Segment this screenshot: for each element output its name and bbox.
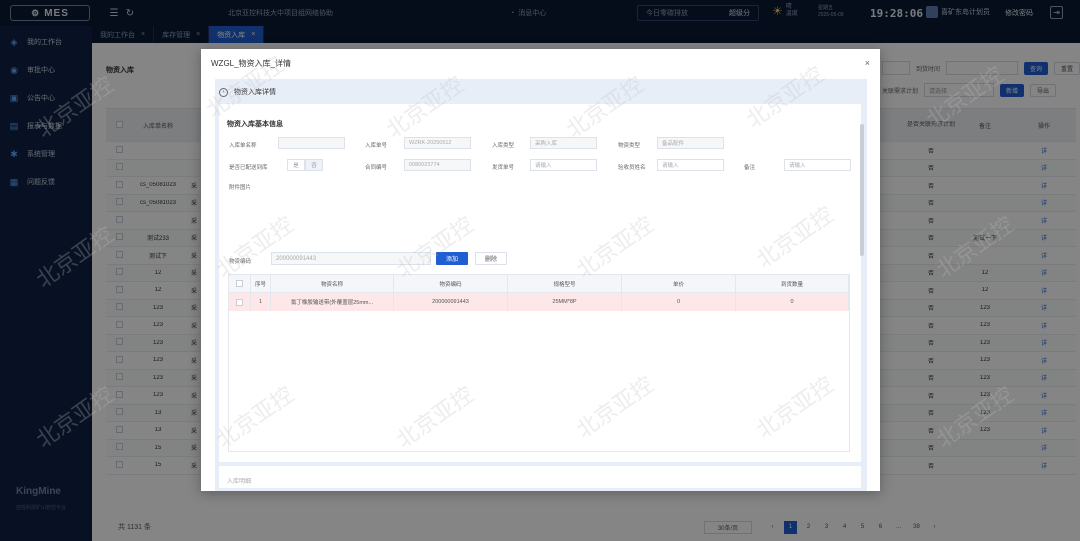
attach-label: 附件图片: [229, 185, 252, 191]
remark-label: 备注: [744, 165, 756, 171]
inbound-detail-panel: 入库明细: [219, 466, 861, 488]
vertical-scrollbar[interactable]: [860, 124, 864, 256]
no-label: 入库单号: [365, 143, 388, 149]
relate-label: 是否已配送到库: [229, 165, 268, 171]
receipt-label: 发货单号: [492, 165, 515, 171]
items-table-header: 序号 物资名称 物资编码 规格型号 单价 到货数量: [229, 275, 849, 293]
no-field[interactable]: WZRK-20250512: [404, 137, 471, 149]
remark-field[interactable]: 请输入: [784, 159, 851, 171]
inbound-detail-modal: WZGL_物资入库_详情 × ‹ 物资入库详情 物资入库基本信息 入库单名称 入…: [201, 49, 880, 491]
modal-body: ‹ 物资入库详情 物资入库基本信息 入库单名称 入库单号 WZRK-202505…: [215, 79, 867, 491]
contract-field[interactable]: 0080023774: [404, 159, 471, 171]
delete-material-button[interactable]: 删除: [475, 252, 507, 265]
code-label: 物资编码: [229, 259, 252, 265]
modal-header: WZGL_物资入库_详情 ×: [201, 49, 880, 77]
receipt-field[interactable]: 请输入: [530, 159, 597, 171]
stock-type-label: 物资类型: [618, 143, 641, 149]
basic-info-panel: 物资入库基本信息 入库单名称 入库单号 WZRK-20250512 入库类型 采…: [219, 104, 864, 462]
material-code-input[interactable]: 200000091443: [271, 252, 431, 265]
relate-toggle[interactable]: 是 否: [287, 159, 323, 171]
handler-field[interactable]: 请输入: [657, 159, 724, 171]
add-material-button[interactable]: 添加: [436, 252, 468, 265]
type-select[interactable]: 采购入库: [530, 137, 597, 149]
stock-type-select[interactable]: 备品配件: [657, 137, 724, 149]
type-label: 入库类型: [492, 143, 515, 149]
row-checkbox[interactable]: [236, 298, 243, 306]
relate-yes[interactable]: 是: [287, 159, 305, 171]
table-row[interactable]: 1 氯丁橡胶输送带(外覆盖层25mm... 200000091443 25MM*…: [229, 293, 849, 311]
name-label: 入库单名称: [229, 143, 257, 149]
handler-label: 验收员姓名: [618, 165, 646, 171]
modal-title: WZGL_物资入库_详情: [211, 58, 292, 68]
panel-title: 物资入库基本信息: [227, 121, 283, 128]
material-items-table: 序号 物资名称 物资编码 规格型号 单价 到货数量 1 氯丁橡胶输送带(外覆盖层…: [228, 274, 850, 452]
contract-label: 合同编号: [365, 165, 388, 171]
name-field[interactable]: [278, 137, 345, 149]
relate-no[interactable]: 否: [305, 159, 323, 171]
section-header[interactable]: ‹ 物资入库详情: [219, 83, 276, 101]
next-section-title: 入库明细: [227, 479, 252, 485]
items-select-all-checkbox[interactable]: [236, 280, 243, 287]
collapse-icon[interactable]: ‹: [219, 87, 228, 97]
close-icon[interactable]: ×: [865, 58, 870, 68]
